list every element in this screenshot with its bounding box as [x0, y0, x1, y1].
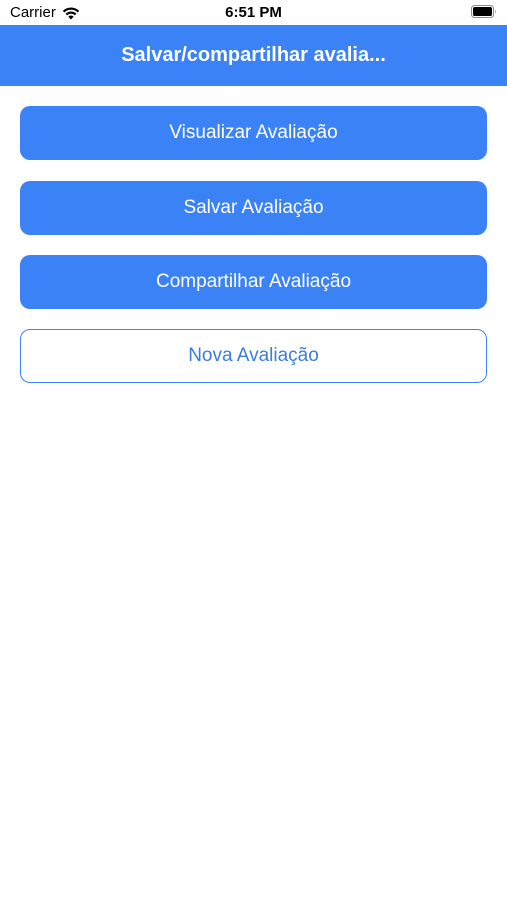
- status-bar: Carrier 6:51 PM: [0, 0, 507, 25]
- new-evaluation-button[interactable]: Nova Avaliação: [20, 329, 487, 383]
- share-evaluation-button[interactable]: Compartilhar Avaliação: [20, 255, 487, 309]
- status-time: 6:51 PM: [225, 4, 282, 21]
- view-evaluation-button[interactable]: Visualizar Avaliação: [20, 106, 487, 160]
- save-evaluation-button[interactable]: Salvar Avaliação: [20, 181, 487, 235]
- navigation-bar: Salvar/compartilhar avalia...: [0, 25, 507, 86]
- battery-icon: [471, 5, 496, 18]
- nav-title: Salvar/compartilhar avalia...: [121, 44, 386, 66]
